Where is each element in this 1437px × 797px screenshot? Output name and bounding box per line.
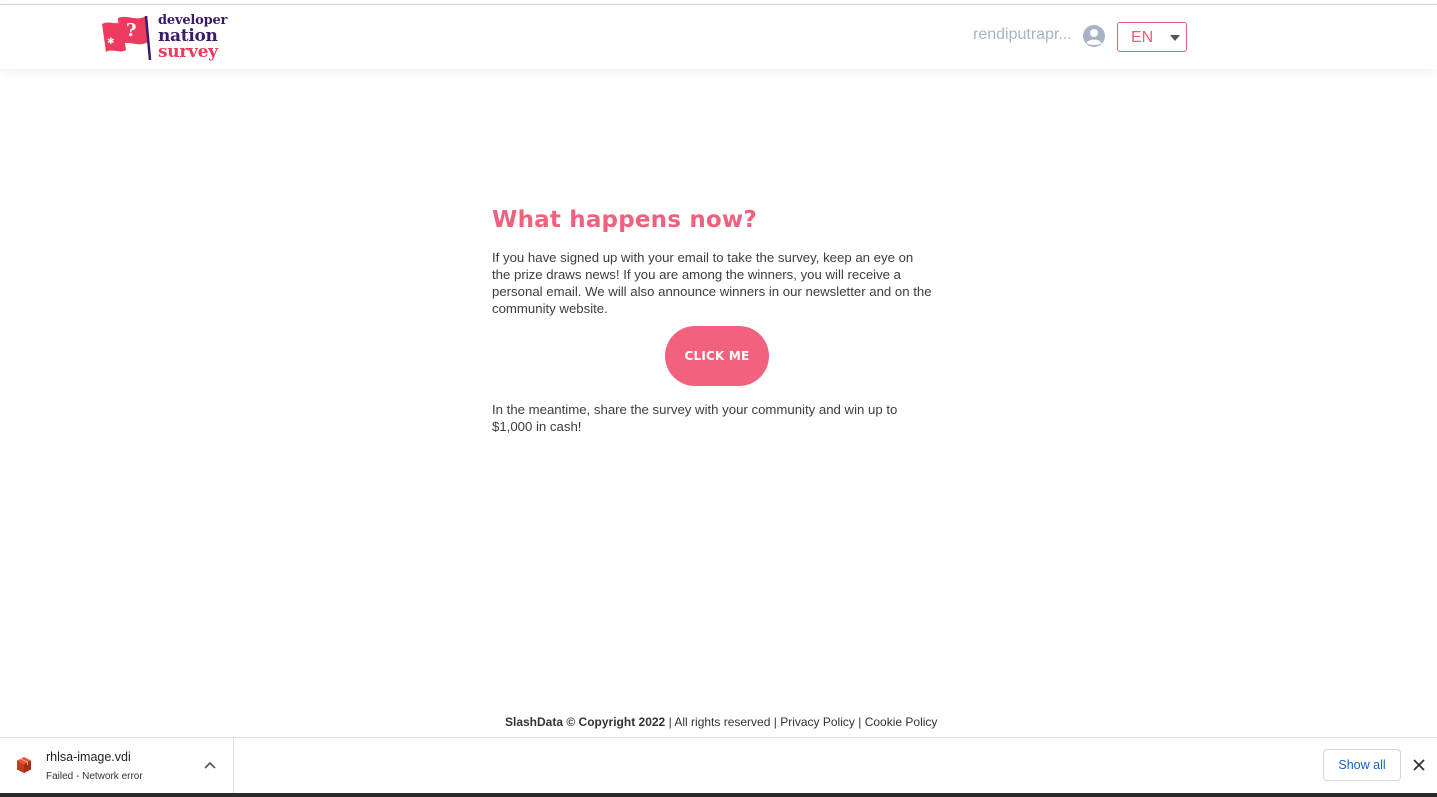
svg-text:✱: ✱ [107, 37, 115, 47]
main-content: What happens now? If you have signed up … [492, 207, 932, 435]
package-file-icon [17, 757, 31, 773]
chevron-up-icon[interactable] [203, 760, 217, 770]
copyright-text: SlashData © Copyright 2022 [505, 715, 666, 729]
privacy-policy-link[interactable]: Privacy Policy [780, 715, 855, 729]
info-paragraph: If you have signed up with your email to… [492, 250, 932, 316]
username-label[interactable]: rendiputrapr... [973, 26, 1073, 44]
footer-separator: | [858, 715, 862, 729]
share-paragraph: In the meantime, share the survey with y… [492, 402, 898, 434]
flag-logo-icon: ? ✱ [102, 15, 152, 61]
download-status: Failed - Network error [46, 771, 143, 782]
language-value: EN [1131, 29, 1154, 46]
show-all-button[interactable]: Show all [1323, 749, 1401, 781]
download-item[interactable]: rhlsa-image.vdi Failed - Network error [0, 738, 234, 794]
logo-wordmark: developer nation survey [158, 12, 227, 61]
site-header: ? ✱ developer nation survey rendiputrapr… [0, 5, 1437, 69]
cookie-policy-link[interactable]: Cookie Policy [865, 715, 938, 729]
logo-line-survey: survey [158, 42, 218, 62]
window-bottom-edge [0, 793, 1437, 797]
svg-text:?: ? [126, 20, 137, 41]
language-select[interactable]: EN [1117, 22, 1187, 52]
download-file-name: rhlsa-image.vdi [46, 750, 131, 764]
close-icon[interactable] [1412, 758, 1426, 772]
download-shelf: rhlsa-image.vdi Failed - Network error S… [0, 737, 1437, 794]
user-circle-icon[interactable] [1082, 24, 1106, 48]
click-me-button[interactable]: CLICK ME [665, 326, 769, 386]
page-title: What happens now? [492, 207, 757, 233]
rights-text: | All rights reserved | [668, 715, 777, 729]
caret-down-icon [1170, 35, 1180, 41]
site-logo[interactable]: ? ✱ developer nation survey [100, 12, 230, 64]
